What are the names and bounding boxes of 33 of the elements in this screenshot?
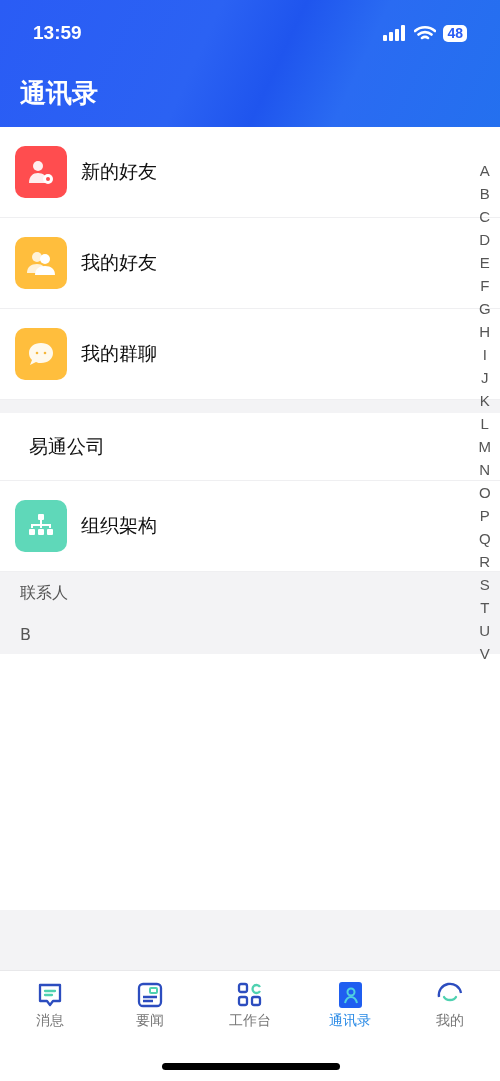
index-letter[interactable]: B	[478, 182, 491, 205]
index-letter[interactable]: M	[478, 435, 491, 458]
index-letter[interactable]: P	[478, 504, 491, 527]
signal-icon	[383, 25, 408, 41]
index-letter[interactable]: T	[478, 596, 491, 619]
tab-item[interactable]: 要闻	[100, 981, 200, 1030]
page-title: 通讯录	[20, 77, 98, 110]
index-letter[interactable]: I	[478, 343, 491, 366]
tab-item[interactable]: 我的	[400, 981, 500, 1030]
battery-level: 48	[443, 24, 467, 42]
newspaper-icon	[136, 981, 164, 1009]
index-letter[interactable]: O	[478, 481, 491, 504]
grid-icon	[236, 981, 264, 1009]
index-letter[interactable]: F	[478, 274, 491, 297]
status-time: 13:59	[33, 22, 82, 44]
index-letter[interactable]: V	[478, 642, 491, 665]
tab-item[interactable]: 消息	[0, 981, 100, 1030]
index-letter[interactable]: Q	[478, 527, 491, 550]
index-letter[interactable]: N	[478, 458, 491, 481]
tab-item[interactable]: 通讯录	[300, 981, 400, 1030]
index-letter[interactable]: D	[478, 228, 491, 251]
wifi-icon	[414, 25, 437, 41]
message-icon	[36, 981, 64, 1009]
index-letter[interactable]: J	[478, 366, 491, 389]
index-letter[interactable]: U	[478, 619, 491, 642]
index-letter[interactable]: S	[478, 573, 491, 596]
index-letter[interactable]: E	[478, 251, 491, 274]
index-letter[interactable]: A	[478, 159, 491, 182]
contact-book-icon	[336, 981, 364, 1009]
index-letter[interactable]: H	[478, 320, 491, 343]
tab-item[interactable]: 工作台	[200, 981, 300, 1030]
index-letter[interactable]: R	[478, 550, 491, 573]
index-letter[interactable]: L	[478, 412, 491, 435]
